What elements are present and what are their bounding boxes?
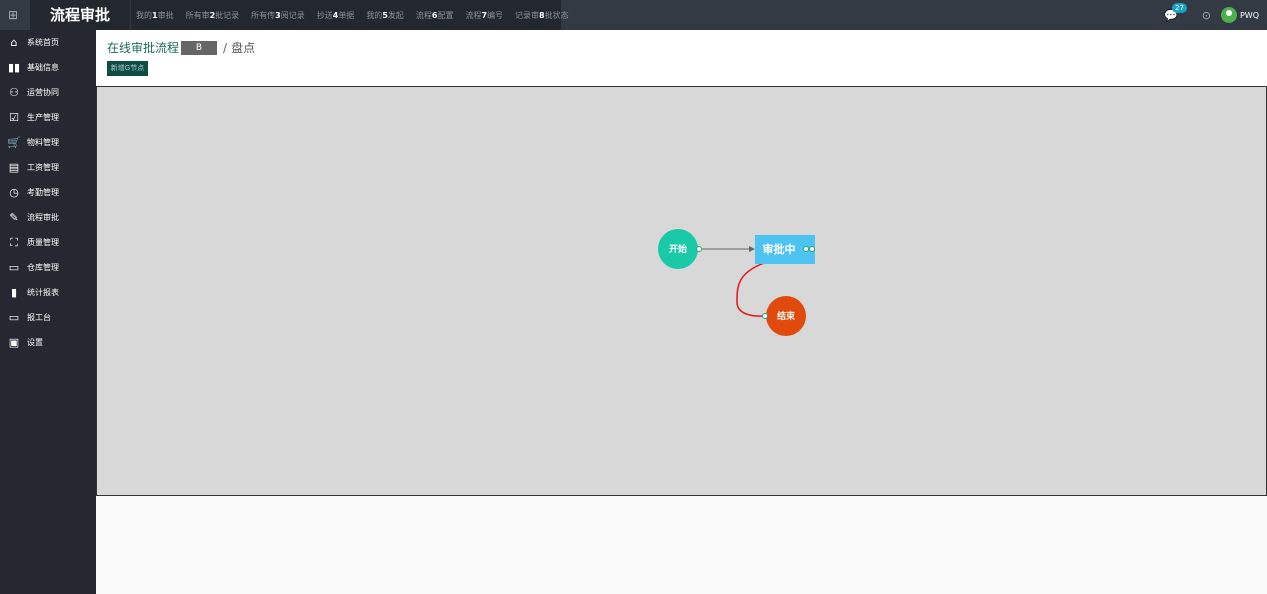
node-anchor[interactable] (696, 246, 702, 252)
sidebar-item[interactable]: ▮ 统计报表 (0, 280, 96, 305)
message-icon[interactable]: 💬 27 (1164, 2, 1187, 22)
breadcrumb-mask: B (181, 40, 218, 55)
sidebar-item[interactable]: ▮▮ 基础信息 (0, 55, 96, 80)
new-node-button[interactable]: 新增G节点 (107, 61, 148, 76)
topnav-item[interactable]: 流程7编号 (465, 10, 503, 21)
sidebar-item[interactable]: ◷ 考勤管理 (0, 180, 96, 205)
sidebar-item-label: 设置 (27, 338, 43, 347)
clock-icon: ◷ (9, 185, 19, 199)
cart-icon: 🛒 (7, 135, 21, 149)
topnav-item-suffix: 阅记录 (280, 10, 305, 20)
topnav-item-prefix: 我的 (136, 10, 152, 20)
topnav-item-suffix: 发起 (387, 10, 404, 20)
topnav-item-suffix: 配置 (437, 10, 454, 20)
header-actions: 💬 27 ⊙ PWQ (1164, 0, 1259, 30)
topnav-item-suffix: 单据 (338, 10, 355, 20)
topnav-item-prefix: 所有传 (251, 10, 276, 20)
top-bar: ⊞ 流程审批 我的1审批 所有审2批记录 所有传3阅记录 抄送4单据 我的5发起 流程6配… (0, 0, 1267, 30)
topnav-item-suffix: 批状态 (544, 10, 569, 20)
topnav-item-prefix: 我的 (366, 10, 383, 20)
node-anchor[interactable] (803, 246, 809, 252)
sidebar-item[interactable]: 🛒 物料管理 (0, 130, 96, 155)
avatar (1220, 7, 1237, 23)
topnav-item[interactable]: 我的5发起 (366, 10, 404, 21)
topnav-item[interactable]: 我的1审批 (136, 10, 174, 21)
sidebar-item-label: 考勤管理 (27, 188, 59, 197)
briefcase-icon: ▣ (8, 335, 20, 349)
topnav-item-prefix: 记录审 (515, 10, 540, 20)
flow-diagram: 开始 审批中 结束 (658, 229, 815, 336)
flow-canvas[interactable]: 开始 审批中 结束 (96, 86, 1267, 496)
topnav-item-prefix: 流程 (415, 10, 432, 20)
sidebar-item-label: 基础信息 (27, 63, 59, 72)
sidebar-item[interactable]: ▣ 设置 (0, 330, 96, 355)
topnav-item[interactable]: 流程6配置 (416, 10, 454, 21)
topnav-item-suffix: 编号 (487, 10, 504, 20)
monitor-icon: ▭ (8, 310, 20, 324)
topnav-item-suffix: 批记录 (215, 10, 240, 20)
sidebar-item[interactable]: ▤ 工资管理 (0, 155, 96, 180)
sidebar-item-label: 系统首页 (27, 38, 59, 47)
sidebar-item-label: 报工台 (27, 313, 51, 322)
sidebar-item-label: 工资管理 (27, 163, 59, 172)
sidebar-item[interactable]: ✎ 流程审批 (0, 205, 96, 230)
topnav-item-prefix: 抄送 (316, 10, 333, 20)
flow-node-start-label: 开始 (669, 243, 687, 255)
user-menu[interactable]: PWQ (1220, 7, 1259, 23)
message-count-badge: 27 (1172, 2, 1187, 13)
sidebar-item[interactable]: ☑ 生产管理 (0, 105, 96, 130)
sidebar-item[interactable]: ⛶ 质量管理 (0, 230, 96, 255)
node-anchor[interactable] (762, 313, 768, 319)
flow-node-end-label: 结束 (777, 310, 796, 322)
warehouse-icon: ▭ (8, 260, 20, 274)
sidebar-item[interactable]: ⌂ 系统首页 (0, 30, 96, 55)
node-anchor[interactable] (809, 246, 815, 252)
topnav-item-prefix: 所有审 (185, 10, 210, 20)
grid-menu-icon[interactable]: ⊞ (6, 8, 20, 22)
quality-icon: ⛶ (10, 235, 18, 249)
top-navigation: 我的1审批 所有审2批记录 所有传3阅记录 抄送4单据 我的5发起 流程6配置 流程7编号 记… (131, 0, 569, 30)
topnav-item-prefix: 流程 (465, 10, 482, 20)
sidebar-item[interactable]: ⚇ 运营协同 (0, 80, 96, 105)
content-header: 在线审批流程 B / 盘点 新增G节点 (96, 30, 1267, 86)
sidebar-item-label: 统计报表 (27, 288, 59, 297)
topnav-item-suffix: 审批 (157, 10, 174, 20)
bar-chart-icon: ▮ (10, 285, 18, 299)
sidebar-item-label: 生产管理 (27, 113, 59, 122)
sidebar-item[interactable]: ▭ 仓库管理 (0, 255, 96, 280)
home-icon: ⌂ (10, 35, 18, 49)
breadcrumb: 在线审批流程 B / 盘点 (107, 39, 255, 56)
user-name: PWQ (1239, 10, 1259, 20)
topnav-item[interactable]: 记录审8批状态 (515, 10, 569, 21)
sidebar-item-label: 质量管理 (27, 238, 59, 247)
approval-icon: ✎ (9, 210, 19, 224)
topnav-item[interactable]: 抄送4单据 (317, 10, 355, 21)
book-icon: ▮▮ (7, 60, 21, 74)
topnav-item[interactable]: 所有审2批记录 (186, 10, 240, 21)
sidebar-item-label: 流程审批 (27, 213, 59, 222)
breadcrumb-separator: / (223, 40, 228, 55)
sidebar: ⌂ 系统首页 ▮▮ 基础信息 ⚇ 运营协同 ☑ 生产管理 🛒 物料管理 ▤ 工资管理 ◷ 考勤管理 ✎ 流程审… (0, 30, 96, 594)
checkbox-icon: ☑ (9, 110, 19, 124)
sidebar-item-label: 物料管理 (27, 138, 59, 147)
topnav-item[interactable]: 所有传3阅记录 (251, 10, 305, 21)
breadcrumb-current: 盘点 (231, 41, 256, 55)
team-icon: ⚇ (9, 85, 19, 99)
calculator-icon: ▤ (8, 160, 20, 174)
clock-icon[interactable]: ⊙ (1202, 9, 1211, 22)
sidebar-item[interactable]: ▭ 报工台 (0, 305, 96, 330)
sidebar-item-label: 运营协同 (27, 88, 59, 97)
breadcrumb-link[interactable]: 在线审批流程 (107, 39, 179, 56)
app-title: 流程审批 (30, 0, 130, 30)
sidebar-item-label: 仓库管理 (27, 263, 59, 272)
flow-node-approving-label: 审批中 (763, 242, 796, 256)
